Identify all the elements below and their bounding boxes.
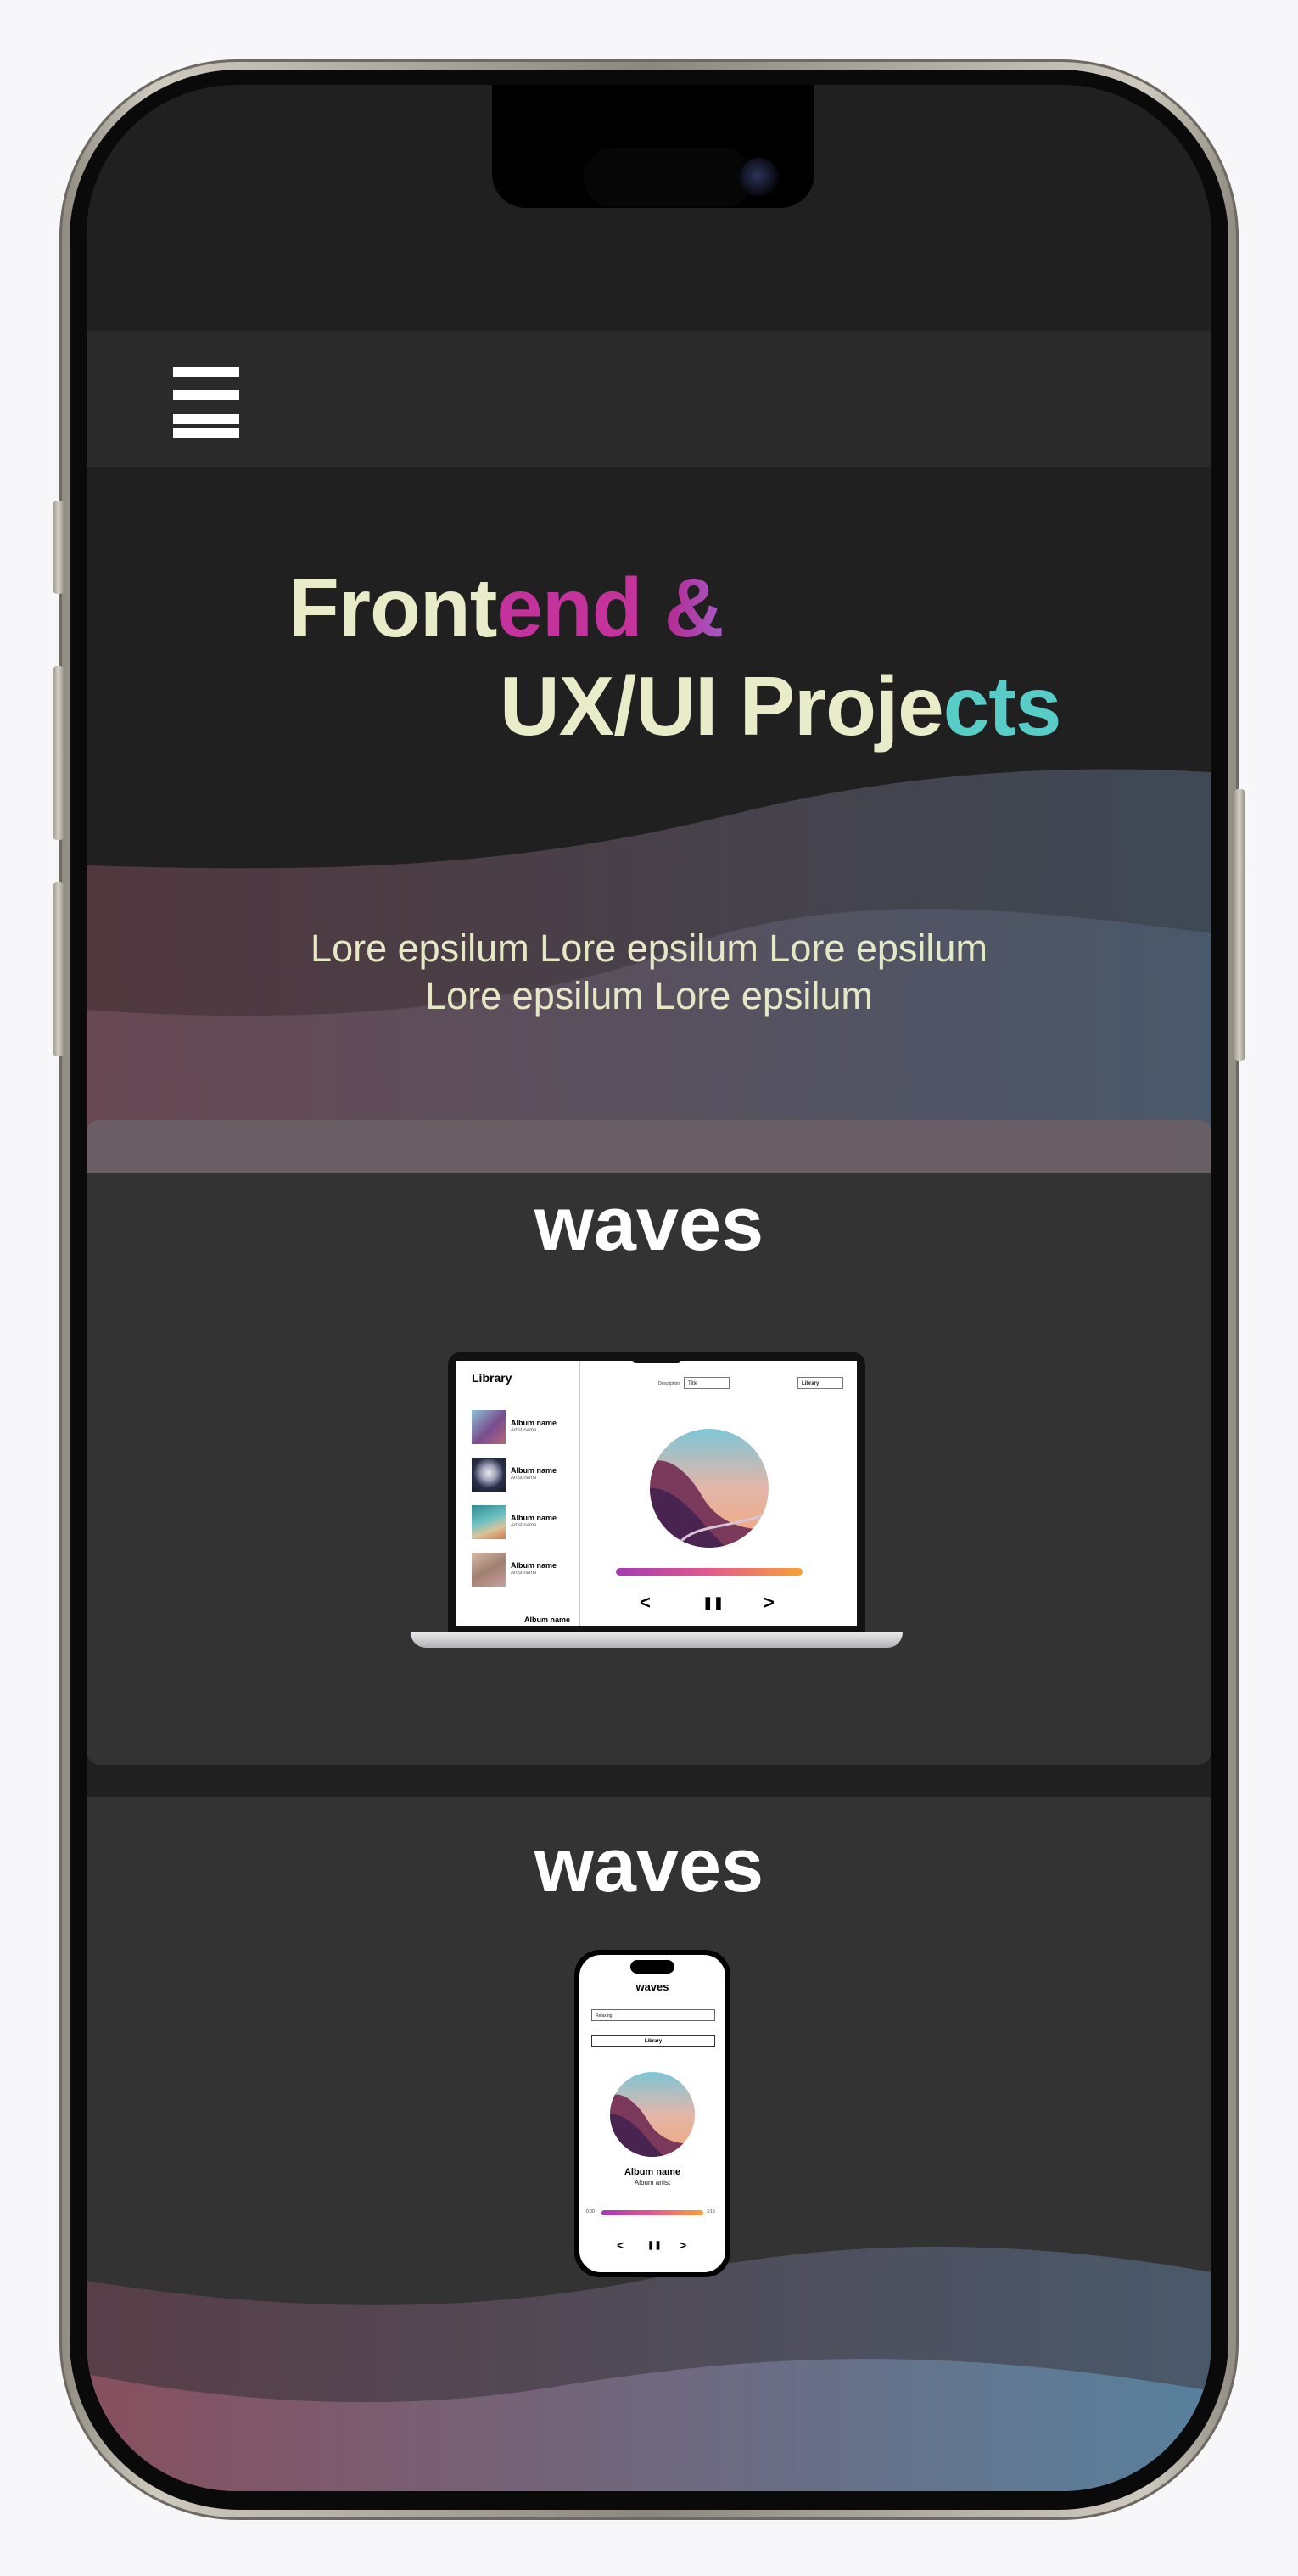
album-artist: Album artist bbox=[634, 2179, 671, 2187]
volume-down-button bbox=[53, 882, 64, 1056]
hero-title-line1: Frontend & bbox=[288, 561, 725, 654]
pause-button[interactable]: ❚❚ bbox=[702, 1595, 724, 1610]
library-button[interactable]: Library bbox=[797, 1377, 843, 1389]
progress-bar[interactable] bbox=[616, 1568, 803, 1576]
album-name: Album name bbox=[511, 1466, 557, 1475]
hero-title-line2: UX/UI Projects bbox=[500, 659, 1061, 753]
front-camera-icon bbox=[740, 158, 779, 197]
album-artist: Artist name bbox=[511, 1523, 537, 1528]
project-title: waves bbox=[534, 1823, 764, 1908]
album-item: Album name Artist name bbox=[472, 1505, 573, 1543]
sort-select[interactable]: Title bbox=[684, 1377, 730, 1389]
album-art bbox=[650, 1429, 769, 1548]
previous-button[interactable]: < bbox=[617, 2238, 624, 2252]
project-title: waves bbox=[534, 1182, 764, 1267]
album-name: Album name bbox=[624, 2167, 680, 2177]
album-thumbnail bbox=[472, 1410, 506, 1444]
album-thumbnail bbox=[472, 1553, 506, 1587]
mood-select[interactable]: Relaxing bbox=[591, 2009, 715, 2021]
album-item: Album name Artist name bbox=[472, 1410, 573, 1448]
album-name: Album name bbox=[524, 1616, 571, 1624]
time-elapsed: 0:00 bbox=[586, 2209, 595, 2215]
mockup-dynamic-island bbox=[630, 1960, 674, 1974]
laptop-base bbox=[411, 1632, 903, 1648]
laptop-camera-notch bbox=[631, 1352, 682, 1363]
power-button bbox=[1234, 789, 1245, 1061]
time-total: 3:15 bbox=[707, 2209, 715, 2215]
library-title: Library bbox=[472, 1371, 512, 1385]
hero-subtitle-line1: Lore epsilum Lore epsilum Lore epsilum bbox=[311, 927, 987, 970]
project-card[interactable]: waves Library Album name Artist name Alb… bbox=[87, 1173, 1211, 1765]
album-thumbnail bbox=[472, 1458, 506, 1492]
library-button[interactable]: Library bbox=[591, 2035, 715, 2047]
card-top-strip bbox=[87, 1120, 1211, 1173]
hero-section: Frontend & UX/UI Projects Lore epsilum L… bbox=[87, 467, 1211, 1205]
album-item: Album name bbox=[472, 1607, 573, 1626]
album-name: Album name bbox=[511, 1514, 557, 1522]
mockup-app-title: waves bbox=[635, 1980, 669, 1993]
laptop-mockup[interactable]: Library Album name Artist name Album nam… bbox=[411, 1352, 903, 1649]
album-name: Album name bbox=[511, 1419, 557, 1427]
navbar bbox=[87, 331, 1211, 467]
album-artist: Artist name bbox=[511, 1428, 537, 1433]
next-button[interactable]: > bbox=[680, 2238, 686, 2252]
face-id-sensor bbox=[584, 148, 753, 207]
phone-mockup[interactable]: waves Relaxing Library Album name Album … bbox=[574, 1950, 730, 2277]
description-label: Description bbox=[658, 1381, 680, 1386]
pause-button[interactable]: ❚❚ bbox=[647, 2241, 662, 2250]
progress-bar[interactable] bbox=[601, 2210, 703, 2215]
volume-up-button bbox=[53, 666, 64, 840]
hamburger-menu-icon[interactable] bbox=[173, 367, 239, 438]
album-artist: Artist name bbox=[511, 1476, 537, 1481]
album-item: Album name Artist name bbox=[472, 1458, 573, 1495]
album-art bbox=[610, 2072, 695, 2157]
phone-screen: Frontend & UX/UI Projects Lore epsilum L… bbox=[87, 85, 1211, 2491]
album-name: Album name bbox=[511, 1561, 557, 1570]
album-thumbnail bbox=[472, 1505, 506, 1539]
project-card[interactable]: waves waves Relaxing Library Album name … bbox=[87, 1797, 1211, 2491]
library-panel: Library Album name Artist name Album nam… bbox=[456, 1361, 580, 1626]
album-artist: Artist name bbox=[511, 1571, 537, 1576]
action-button bbox=[53, 501, 64, 594]
next-button[interactable]: > bbox=[764, 1592, 775, 1614]
previous-button[interactable]: < bbox=[640, 1592, 651, 1614]
album-item: Album name Artist name bbox=[472, 1553, 573, 1590]
hero-subtitle-line2: Lore epsilum Lore epsilum bbox=[425, 974, 873, 1017]
